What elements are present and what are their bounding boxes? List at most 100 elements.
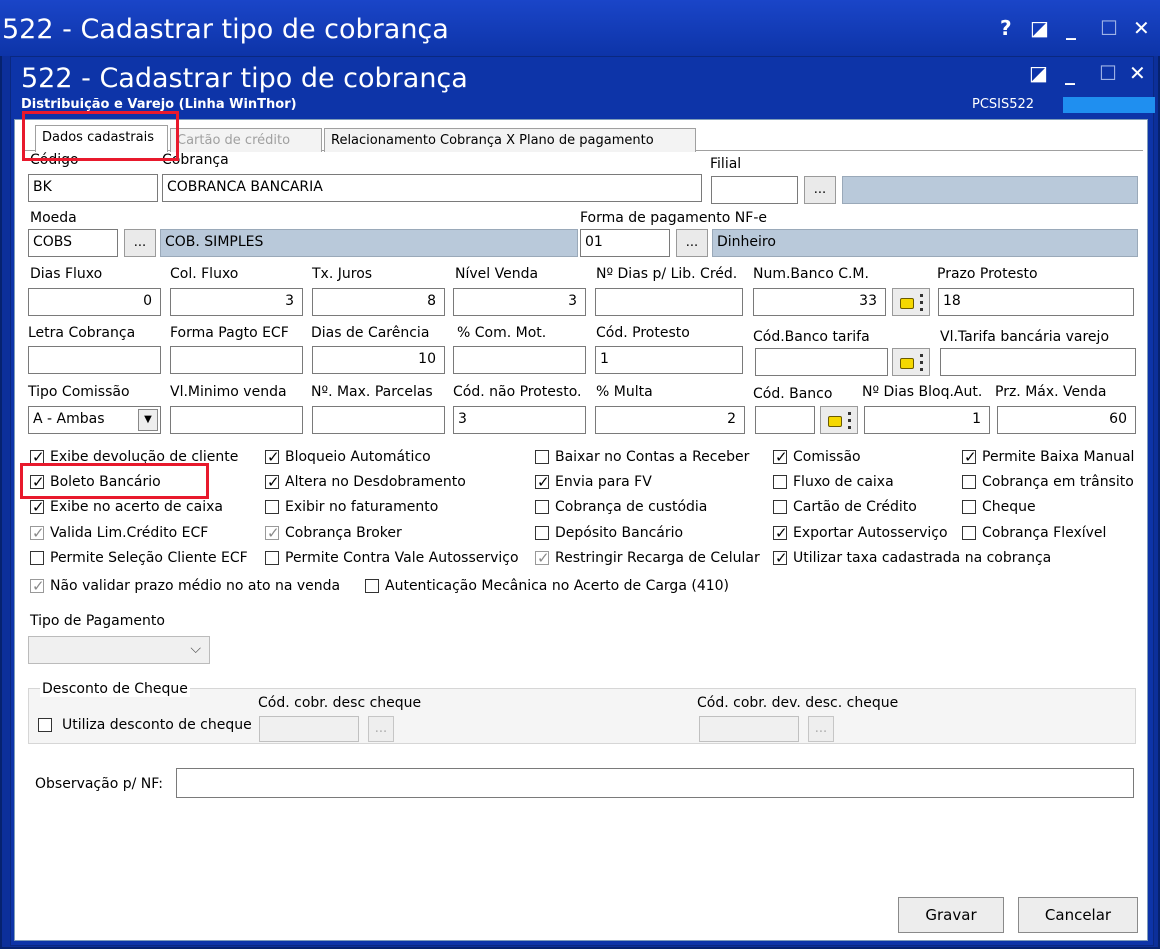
cobranca-input[interactable]: COBRANCA BANCARIA xyxy=(162,174,702,202)
checkbox-box[interactable]: ✓ xyxy=(30,448,45,466)
checkbox-box[interactable] xyxy=(962,500,976,514)
checkbox-box[interactable]: ✓ xyxy=(30,498,45,516)
max-parcelas-input[interactable] xyxy=(312,406,445,434)
checkbox-box[interactable] xyxy=(773,500,787,514)
cod-banco-picker-icon[interactable] xyxy=(820,406,858,434)
tab-dados-cadastrais[interactable]: Dados cadastrais xyxy=(35,125,168,152)
restore-icon[interactable]: ◪ xyxy=(1029,61,1048,85)
check-icon: ✓ xyxy=(32,577,45,595)
moeda-input[interactable]: COBS xyxy=(28,229,118,257)
col-fluxo-input[interactable]: 3 xyxy=(170,288,303,316)
checkbox-box[interactable] xyxy=(30,551,44,565)
restore-icon[interactable]: ◪ xyxy=(1030,16,1049,40)
checkbox-box[interactable] xyxy=(365,579,379,593)
gravar-button[interactable]: Gravar xyxy=(898,897,1004,933)
dias-lib-cred-input[interactable] xyxy=(595,288,743,316)
utiliza-desconto-cheque-checkbox[interactable]: Utiliza desconto de cheque xyxy=(38,717,258,735)
codigo-input[interactable]: BK xyxy=(28,174,158,202)
checkbox-box[interactable] xyxy=(535,500,549,514)
tipo-pagamento-select[interactable]: ⌵ xyxy=(28,636,210,664)
close-icon[interactable]: ✕ xyxy=(1129,61,1146,85)
num-banco-cm-input[interactable]: 33 xyxy=(753,288,886,316)
forma-pagto-ecf-input[interactable] xyxy=(170,346,303,374)
chevron-down-icon[interactable]: ▼ xyxy=(138,409,158,431)
checkbox-box[interactable] xyxy=(962,475,976,489)
checkbox-box[interactable]: ✓ xyxy=(265,524,280,542)
chevron-down-icon[interactable]: ⌵ xyxy=(190,641,201,657)
checkbox-box[interactable]: ✓ xyxy=(30,577,45,595)
checkbox-box[interactable]: ✓ xyxy=(773,524,788,542)
col-fluxo-label: Col. Fluxo xyxy=(170,266,239,282)
com-mot-input[interactable] xyxy=(453,346,586,374)
cancelar-button[interactable]: Cancelar xyxy=(1018,897,1138,933)
checkbox-box[interactable]: ✓ xyxy=(962,448,977,466)
cobranca-em-transito-label: Cobrança em trânsito xyxy=(982,474,1134,490)
minimize-icon[interactable]: _ xyxy=(1065,61,1075,85)
checkbox-box[interactable] xyxy=(962,526,976,540)
cod-banco-input[interactable] xyxy=(755,406,815,434)
cod-banco-tarifa-input[interactable] xyxy=(755,348,888,376)
checkbox-box[interactable] xyxy=(265,500,279,514)
codigo-label: Código xyxy=(30,152,79,168)
observacao-input[interactable] xyxy=(176,768,1134,798)
exibir-no-faturamento-label: Exibir no faturamento xyxy=(285,499,439,515)
dias-fluxo-input[interactable]: 0 xyxy=(28,288,161,316)
checkbox-box[interactable]: ✓ xyxy=(265,473,280,491)
num-banco-cm-picker-icon[interactable] xyxy=(892,288,930,316)
prz-max-venda-input[interactable]: 60 xyxy=(997,406,1136,434)
checkbox-box[interactable]: ✓ xyxy=(265,448,280,466)
checkbox-box[interactable]: ✓ xyxy=(30,473,45,491)
cartao-de-credito-label: Cartão de Crédito xyxy=(793,499,917,515)
minimize-icon[interactable]: _ xyxy=(1066,16,1076,40)
forma-pagamento-nfe-label: Forma de pagamento NF-e xyxy=(580,210,767,226)
checkbox-box[interactable]: ✓ xyxy=(30,524,45,542)
cobranca-flexivel-label: Cobrança Flexível xyxy=(982,525,1107,541)
vl-minimo-input[interactable] xyxy=(170,406,303,434)
tab-relacionamento[interactable]: Relacionamento Cobrança X Plano de pagam… xyxy=(324,128,696,152)
checkbox-box[interactable] xyxy=(265,551,279,565)
cod-banco-label: Cód. Banco xyxy=(753,386,833,402)
altera-no-desdobramento-label: Altera no Desdobramento xyxy=(285,474,466,490)
nao-validar-prazo-medio-no-ato-na-venda-label: Não validar prazo médio no ato na venda xyxy=(50,578,341,594)
num-banco-cm-label: Num.Banco C.M. xyxy=(753,266,869,282)
tab-cartao-credito[interactable]: Cartão de crédito xyxy=(170,128,322,152)
cod-cobr-desc-cheque-lookup-button[interactable]: ... xyxy=(368,716,394,742)
cod-protesto-input[interactable]: 1 xyxy=(595,346,743,374)
close-icon[interactable]: ✕ xyxy=(1133,16,1150,40)
filial-lookup-button[interactable]: ... xyxy=(804,176,836,204)
checkbox-box[interactable] xyxy=(535,526,549,540)
check-icon: ✓ xyxy=(537,549,550,567)
moeda-lookup-button[interactable]: ... xyxy=(124,229,156,257)
cod-cobr-dev-desc-cheque-lookup-button[interactable]: ... xyxy=(808,716,834,742)
maximize-icon[interactable]: ☐ xyxy=(1099,61,1117,85)
tx-juros-input[interactable]: 8 xyxy=(312,288,445,316)
checkbox-box[interactable] xyxy=(773,475,787,489)
vl-tarifa-input[interactable] xyxy=(940,348,1136,376)
checkbox-box[interactable]: ✓ xyxy=(535,473,550,491)
outer-title-bar: 522 - Cadastrar tipo de cobrança ? ◪ _ ☐… xyxy=(0,0,1160,56)
letra-cobranca-input[interactable] xyxy=(28,346,161,374)
help-icon[interactable]: ? xyxy=(1000,16,1012,40)
checkbox-box[interactable]: ✓ xyxy=(535,549,550,567)
tipo-comissao-select[interactable]: A - Ambas ▼ xyxy=(28,406,161,434)
cod-banco-tarifa-picker-icon[interactable] xyxy=(892,348,930,376)
restringir-recarga-de-celular-label: Restringir Recarga de Celular xyxy=(555,550,760,566)
cod-cobr-desc-cheque-input[interactable] xyxy=(259,716,359,742)
checkbox-box[interactable] xyxy=(535,450,549,464)
prazo-protesto-input[interactable]: 18 xyxy=(938,288,1134,316)
cheque-label: Cheque xyxy=(982,499,1036,515)
dias-bloq-input[interactable]: 1 xyxy=(864,406,990,434)
maximize-icon[interactable]: ☐ xyxy=(1100,16,1118,40)
cod-nao-protesto-input[interactable]: 3 xyxy=(453,406,586,434)
forma-pagamento-nfe-lookup-button[interactable]: ... xyxy=(676,229,708,257)
checkbox-box[interactable]: ✓ xyxy=(773,549,788,567)
cod-cobr-dev-desc-cheque-input[interactable] xyxy=(699,716,799,742)
fluxo-de-caixa-label: Fluxo de caixa xyxy=(793,474,894,490)
filial-input[interactable] xyxy=(711,176,798,204)
forma-pagamento-nfe-input[interactable]: 01 xyxy=(580,229,670,257)
dias-carencia-input[interactable]: 10 xyxy=(312,346,445,374)
nivel-venda-input[interactable]: 3 xyxy=(453,288,586,316)
checkbox-box[interactable]: ✓ xyxy=(773,448,788,466)
multa-input[interactable]: 2 xyxy=(595,406,745,434)
checkbox-box[interactable] xyxy=(38,718,52,732)
